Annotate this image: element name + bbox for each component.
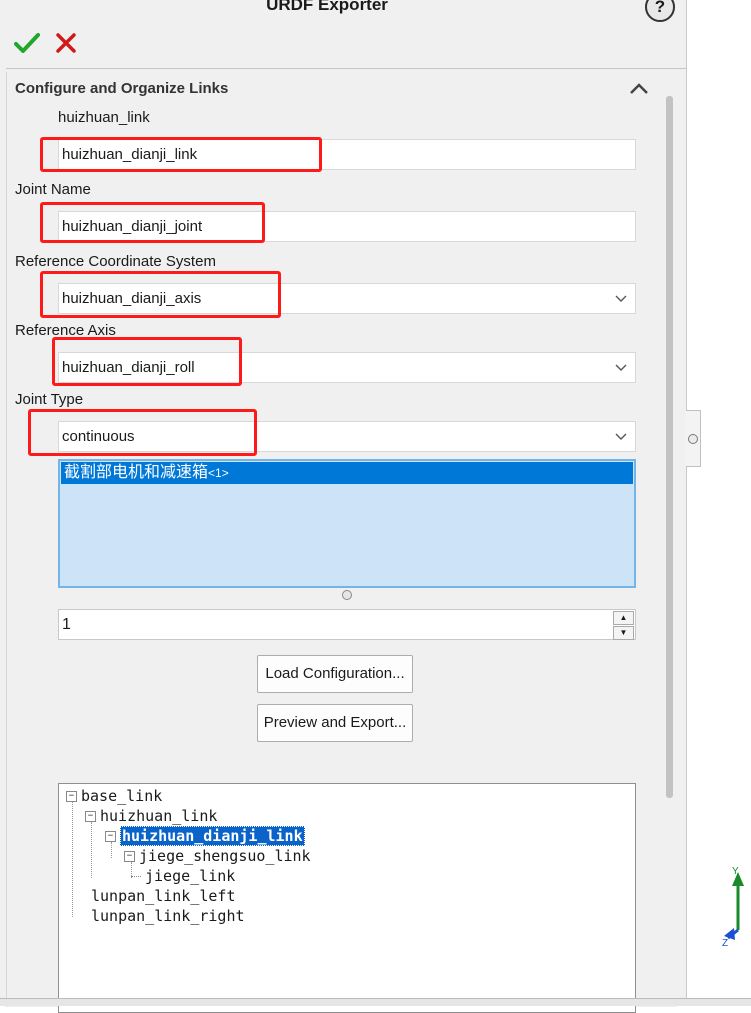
parent-link-label: huizhuan_link bbox=[58, 109, 150, 126]
tree-node-label: jiege_shengsuo_link bbox=[139, 847, 311, 865]
collapse-toggle-icon[interactable]: − bbox=[85, 811, 96, 822]
coordinate-triad-icon: Y Z bbox=[718, 860, 750, 954]
load-configuration-button[interactable]: Load Configuration... bbox=[257, 655, 413, 693]
red-highlight-box bbox=[40, 137, 322, 172]
axis-z-label: Z bbox=[722, 938, 728, 949]
list-item[interactable]: 截割部电机和减速箱<1> bbox=[61, 462, 633, 484]
preview-export-button[interactable]: Preview and Export... bbox=[257, 704, 413, 742]
chevron-down-icon bbox=[615, 284, 627, 313]
red-highlight-box bbox=[52, 337, 242, 386]
tree-node-lunpan-link-right[interactable]: lunpan_link_right bbox=[91, 906, 245, 926]
tree-node-label: huizhuan_link bbox=[100, 807, 218, 825]
red-highlight-box bbox=[40, 202, 265, 243]
panel-title: URDF Exporter bbox=[266, 0, 388, 14]
red-highlight-box bbox=[28, 409, 257, 456]
stepper-up-icon[interactable]: ▲ bbox=[613, 611, 634, 625]
collapse-toggle-icon[interactable]: − bbox=[124, 851, 135, 862]
handle-dot-icon bbox=[688, 434, 698, 444]
question-mark-icon[interactable]: ? bbox=[645, 0, 675, 22]
joint-type-label: Joint Type bbox=[15, 391, 84, 408]
tree-node-label: lunpan_link_right bbox=[91, 907, 245, 925]
tree-node-label: lunpan_link_left bbox=[91, 887, 236, 905]
tree-node-jiege-shengsuo-link[interactable]: − jiege_shengsuo_link bbox=[124, 846, 311, 866]
component-listbox[interactable]: 截割部电机和减速箱<1> bbox=[58, 459, 636, 588]
component-name: 截割部电机和减速箱 bbox=[64, 464, 209, 481]
tree-node-label: jiege_link bbox=[145, 867, 236, 885]
chevron-down-icon bbox=[615, 422, 627, 451]
stepper-down-icon[interactable]: ▼ bbox=[613, 626, 634, 640]
component-instance: <1> bbox=[208, 466, 229, 480]
red-x-icon[interactable] bbox=[55, 32, 77, 58]
green-checkmark-icon[interactable] bbox=[14, 32, 40, 60]
tree-node-lunpan-link-left[interactable]: lunpan_link_left bbox=[91, 886, 236, 906]
red-highlight-box bbox=[40, 271, 281, 318]
chevron-down-icon bbox=[615, 353, 627, 382]
vertical-scrollbar[interactable] bbox=[666, 96, 673, 798]
link-tree[interactable]: − base_link − huizhuan_link − huizhuan_dian… bbox=[58, 783, 636, 1013]
collapse-toggle-icon[interactable]: − bbox=[66, 791, 77, 802]
joint-name-label: Joint Name bbox=[15, 181, 91, 198]
tree-node-label-selected: huizhuan_dianji_link bbox=[120, 826, 305, 846]
tree-node-jiege-link[interactable]: jiege_link bbox=[131, 866, 235, 886]
tree-connector bbox=[72, 802, 73, 917]
tree-connector bbox=[131, 876, 141, 877]
count-stepper[interactable]: 1 ▲ ▼ bbox=[58, 609, 636, 640]
tree-node-huizhuan-dianji-link[interactable]: − huizhuan_dianji_link bbox=[105, 826, 305, 846]
tree-node-label: base_link bbox=[81, 787, 163, 805]
axis-y-label: Y bbox=[732, 866, 739, 877]
ref-coord-label: Reference Coordinate System bbox=[15, 253, 216, 270]
chevron-up-icon[interactable] bbox=[629, 82, 649, 99]
header-separator bbox=[6, 68, 686, 69]
tree-node-huizhuan-link[interactable]: − huizhuan_link bbox=[85, 806, 217, 826]
urdf-exporter-panel: URDF Exporter ? Configure and Organize L… bbox=[0, 0, 687, 1013]
panel-collapse-handle[interactable] bbox=[686, 410, 701, 467]
section-title: Configure and Organize Links bbox=[15, 80, 229, 97]
collapse-toggle-icon[interactable]: − bbox=[105, 831, 116, 842]
tree-node-base-link[interactable]: − base_link bbox=[66, 786, 162, 806]
stepper-value: 1 bbox=[62, 616, 71, 633]
resize-handle-icon[interactable] bbox=[342, 590, 352, 600]
tree-connector bbox=[91, 822, 92, 878]
